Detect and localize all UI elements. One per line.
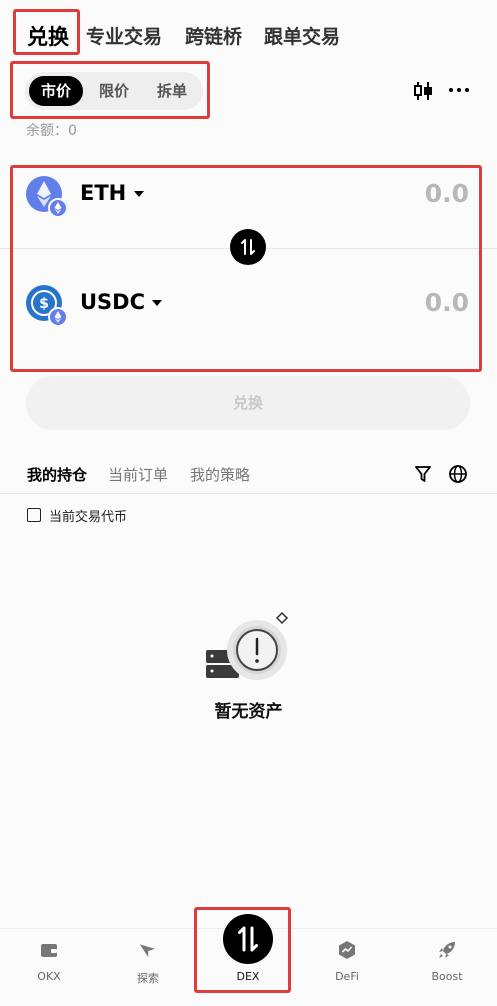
current-token-checkbox-label: 当前交易代币 (49, 510, 128, 525)
tab-open-orders[interactable]: 当前订单 (108, 464, 168, 485)
nav-item-boost[interactable]: Boost (407, 929, 487, 1006)
swap-submit-button[interactable]: 兑换 (26, 376, 470, 430)
tab-bridge[interactable]: 跨链桥 (185, 22, 242, 49)
to-amount-output[interactable]: 0.0 (425, 288, 469, 317)
nav-item-dex[interactable]: DEX (208, 914, 288, 1006)
wallet-icon (41, 944, 57, 957)
globe-icon[interactable] (448, 464, 468, 484)
to-token-dropdown-icon[interactable] (152, 300, 162, 306)
nav-label-dex: DEX (236, 970, 260, 983)
current-token-checkbox[interactable] (27, 508, 41, 522)
nav-label-defi: DeFi (335, 970, 359, 983)
portfolio-divider (0, 493, 497, 494)
order-type-switch: 市价 限价 拆单 (25, 72, 203, 110)
usdc-icon[interactable]: $ (26, 285, 68, 327)
nav-label-explore: 探索 (137, 972, 159, 985)
tab-my-holdings[interactable]: 我的持仓 (27, 464, 87, 485)
ethereum-icon[interactable] (26, 176, 68, 218)
candlestick-icon[interactable] (412, 80, 434, 102)
tab-my-strategies[interactable]: 我的策略 (190, 464, 250, 485)
tab-copy-trading[interactable]: 跟单交易 (264, 22, 340, 49)
svg-text:$: $ (39, 296, 49, 312)
from-amount-input[interactable]: 0.0 (425, 179, 469, 208)
filter-icon[interactable] (414, 465, 432, 483)
chart-icon (339, 941, 355, 959)
order-type-limit[interactable]: 限价 (87, 76, 141, 106)
tab-pro-trading[interactable]: 专业交易 (86, 22, 162, 49)
more-icon[interactable] (448, 84, 470, 96)
nav-label-boost: Boost (431, 970, 463, 983)
switch-arrows-icon (241, 239, 255, 255)
rocket-icon (439, 942, 455, 958)
bottom-nav: OKX 探索 DEX DeFi Boost (0, 914, 497, 1006)
from-token-dropdown-icon[interactable] (134, 191, 144, 197)
to-token-symbol[interactable]: USDC (80, 290, 145, 314)
nav-label-okx: OKX (37, 970, 61, 983)
nav-item-explore[interactable]: 探索 (108, 929, 188, 1006)
empty-assets-illustration-icon (206, 611, 289, 680)
order-type-split[interactable]: 拆单 (145, 76, 199, 106)
from-token-symbol[interactable]: ETH (80, 181, 126, 205)
nav-item-defi[interactable]: DeFi (307, 929, 387, 1006)
dex-swap-button (223, 914, 273, 964)
empty-state-text: 暂无资产 (214, 702, 283, 722)
order-type-market[interactable]: 市价 (29, 76, 83, 106)
tab-swap[interactable]: 兑换 (27, 21, 69, 51)
switch-direction-button[interactable] (230, 229, 266, 265)
balance-text: 余额：0 (26, 123, 77, 139)
compass-icon (139, 944, 155, 958)
swap-icon (238, 926, 258, 952)
nav-item-okx[interactable]: OKX (9, 929, 89, 1006)
